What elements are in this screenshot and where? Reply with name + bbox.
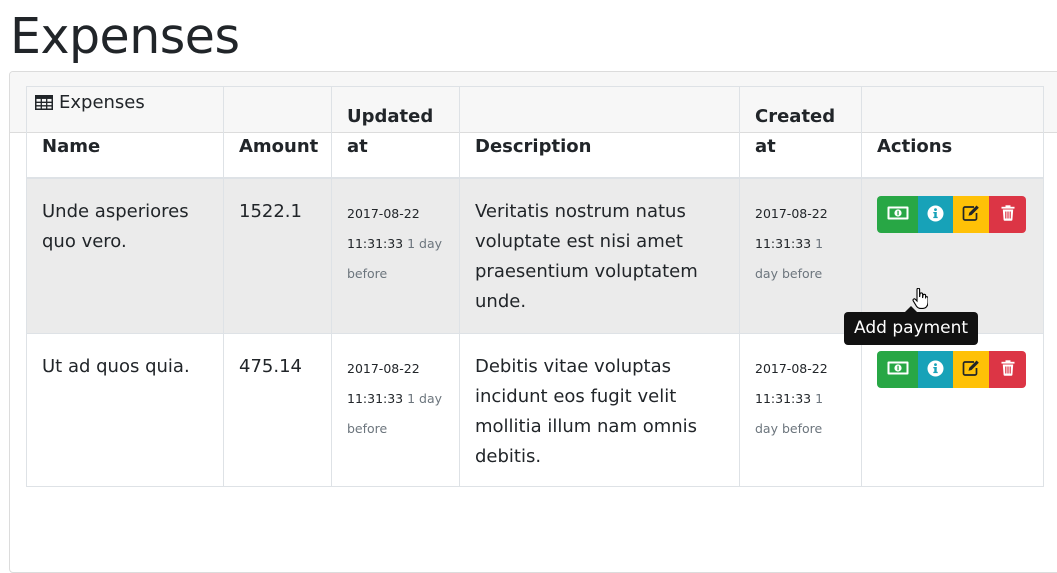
edit-button[interactable] [953, 351, 989, 388]
money-bill-icon [887, 361, 909, 378]
cell-name: Ut ad quos quia. [26, 333, 224, 487]
cell-created-at: 2017-08-22 11:31:33 1 day before [739, 177, 862, 334]
created-date: 2017-08-22 [755, 361, 828, 376]
trash-icon [1001, 205, 1015, 224]
column-header-created-at-label: Created at [755, 106, 836, 157]
cell-amount: 1522.1 [223, 177, 332, 334]
money-bill-icon [887, 206, 909, 223]
column-header-actions: Actions [861, 86, 1044, 179]
trash-icon [1001, 360, 1015, 379]
column-header-amount[interactable]: Amount [223, 86, 332, 179]
updated-time: 11:31:33 [347, 391, 404, 406]
cell-description: Debitis vitae voluptas incidunt eos fugi… [459, 333, 740, 487]
table-row: Ut ad quos quia. 475.14 2017-08-22 11:31… [26, 333, 1044, 487]
cell-updated-at: 2017-08-22 11:31:33 1 day before [331, 177, 460, 334]
info-button[interactable] [918, 196, 953, 233]
updated-time: 11:31:33 [347, 236, 404, 251]
info-circle-icon [927, 360, 944, 380]
created-date: 2017-08-22 [755, 206, 828, 221]
tooltip-text: Add payment [854, 318, 969, 338]
cell-created-at: 2017-08-22 11:31:33 1 day before [739, 333, 862, 487]
info-circle-icon [927, 205, 944, 225]
edit-icon [962, 360, 980, 379]
created-time: 11:31:33 [755, 391, 812, 406]
cell-amount: 475.14 [223, 333, 332, 487]
edit-button[interactable] [953, 196, 989, 233]
cell-name: Unde asperiores quo vero. [26, 177, 224, 334]
cell-actions [861, 177, 1044, 334]
column-header-description[interactable]: Description [459, 86, 740, 179]
updated-date: 2017-08-22 [347, 361, 420, 376]
add-payment-button[interactable] [877, 196, 918, 233]
add-payment-button[interactable] [877, 351, 918, 388]
edit-icon [962, 205, 980, 224]
column-header-created-at[interactable]: Created at [739, 86, 862, 179]
add-payment-tooltip: Add payment [844, 306, 979, 345]
created-time: 11:31:33 [755, 236, 812, 251]
column-header-name[interactable]: Name [26, 86, 224, 179]
column-header-updated-at[interactable]: Updated at [331, 86, 460, 179]
action-button-group [877, 351, 1028, 388]
table-row: Unde asperiores quo vero. 1522.1 2017-08… [26, 177, 1044, 334]
delete-button[interactable] [989, 196, 1026, 233]
info-button[interactable] [918, 351, 953, 388]
delete-button[interactable] [989, 351, 1026, 388]
expenses-table: Name Amount Updated at Description Creat… [26, 86, 1044, 487]
action-button-group [877, 196, 1028, 233]
cell-actions [861, 333, 1044, 487]
table-header-row: Name Amount Updated at Description Creat… [26, 86, 1044, 179]
hand-pointer-cursor-icon [912, 287, 929, 314]
page-title: Expenses [10, 8, 240, 65]
column-header-updated-at-label: Updated at [347, 106, 434, 157]
updated-date: 2017-08-22 [347, 206, 420, 221]
cell-updated-at: 2017-08-22 11:31:33 1 day before [331, 333, 460, 487]
cell-description: Veritatis nostrum natus voluptate est ni… [459, 177, 740, 334]
